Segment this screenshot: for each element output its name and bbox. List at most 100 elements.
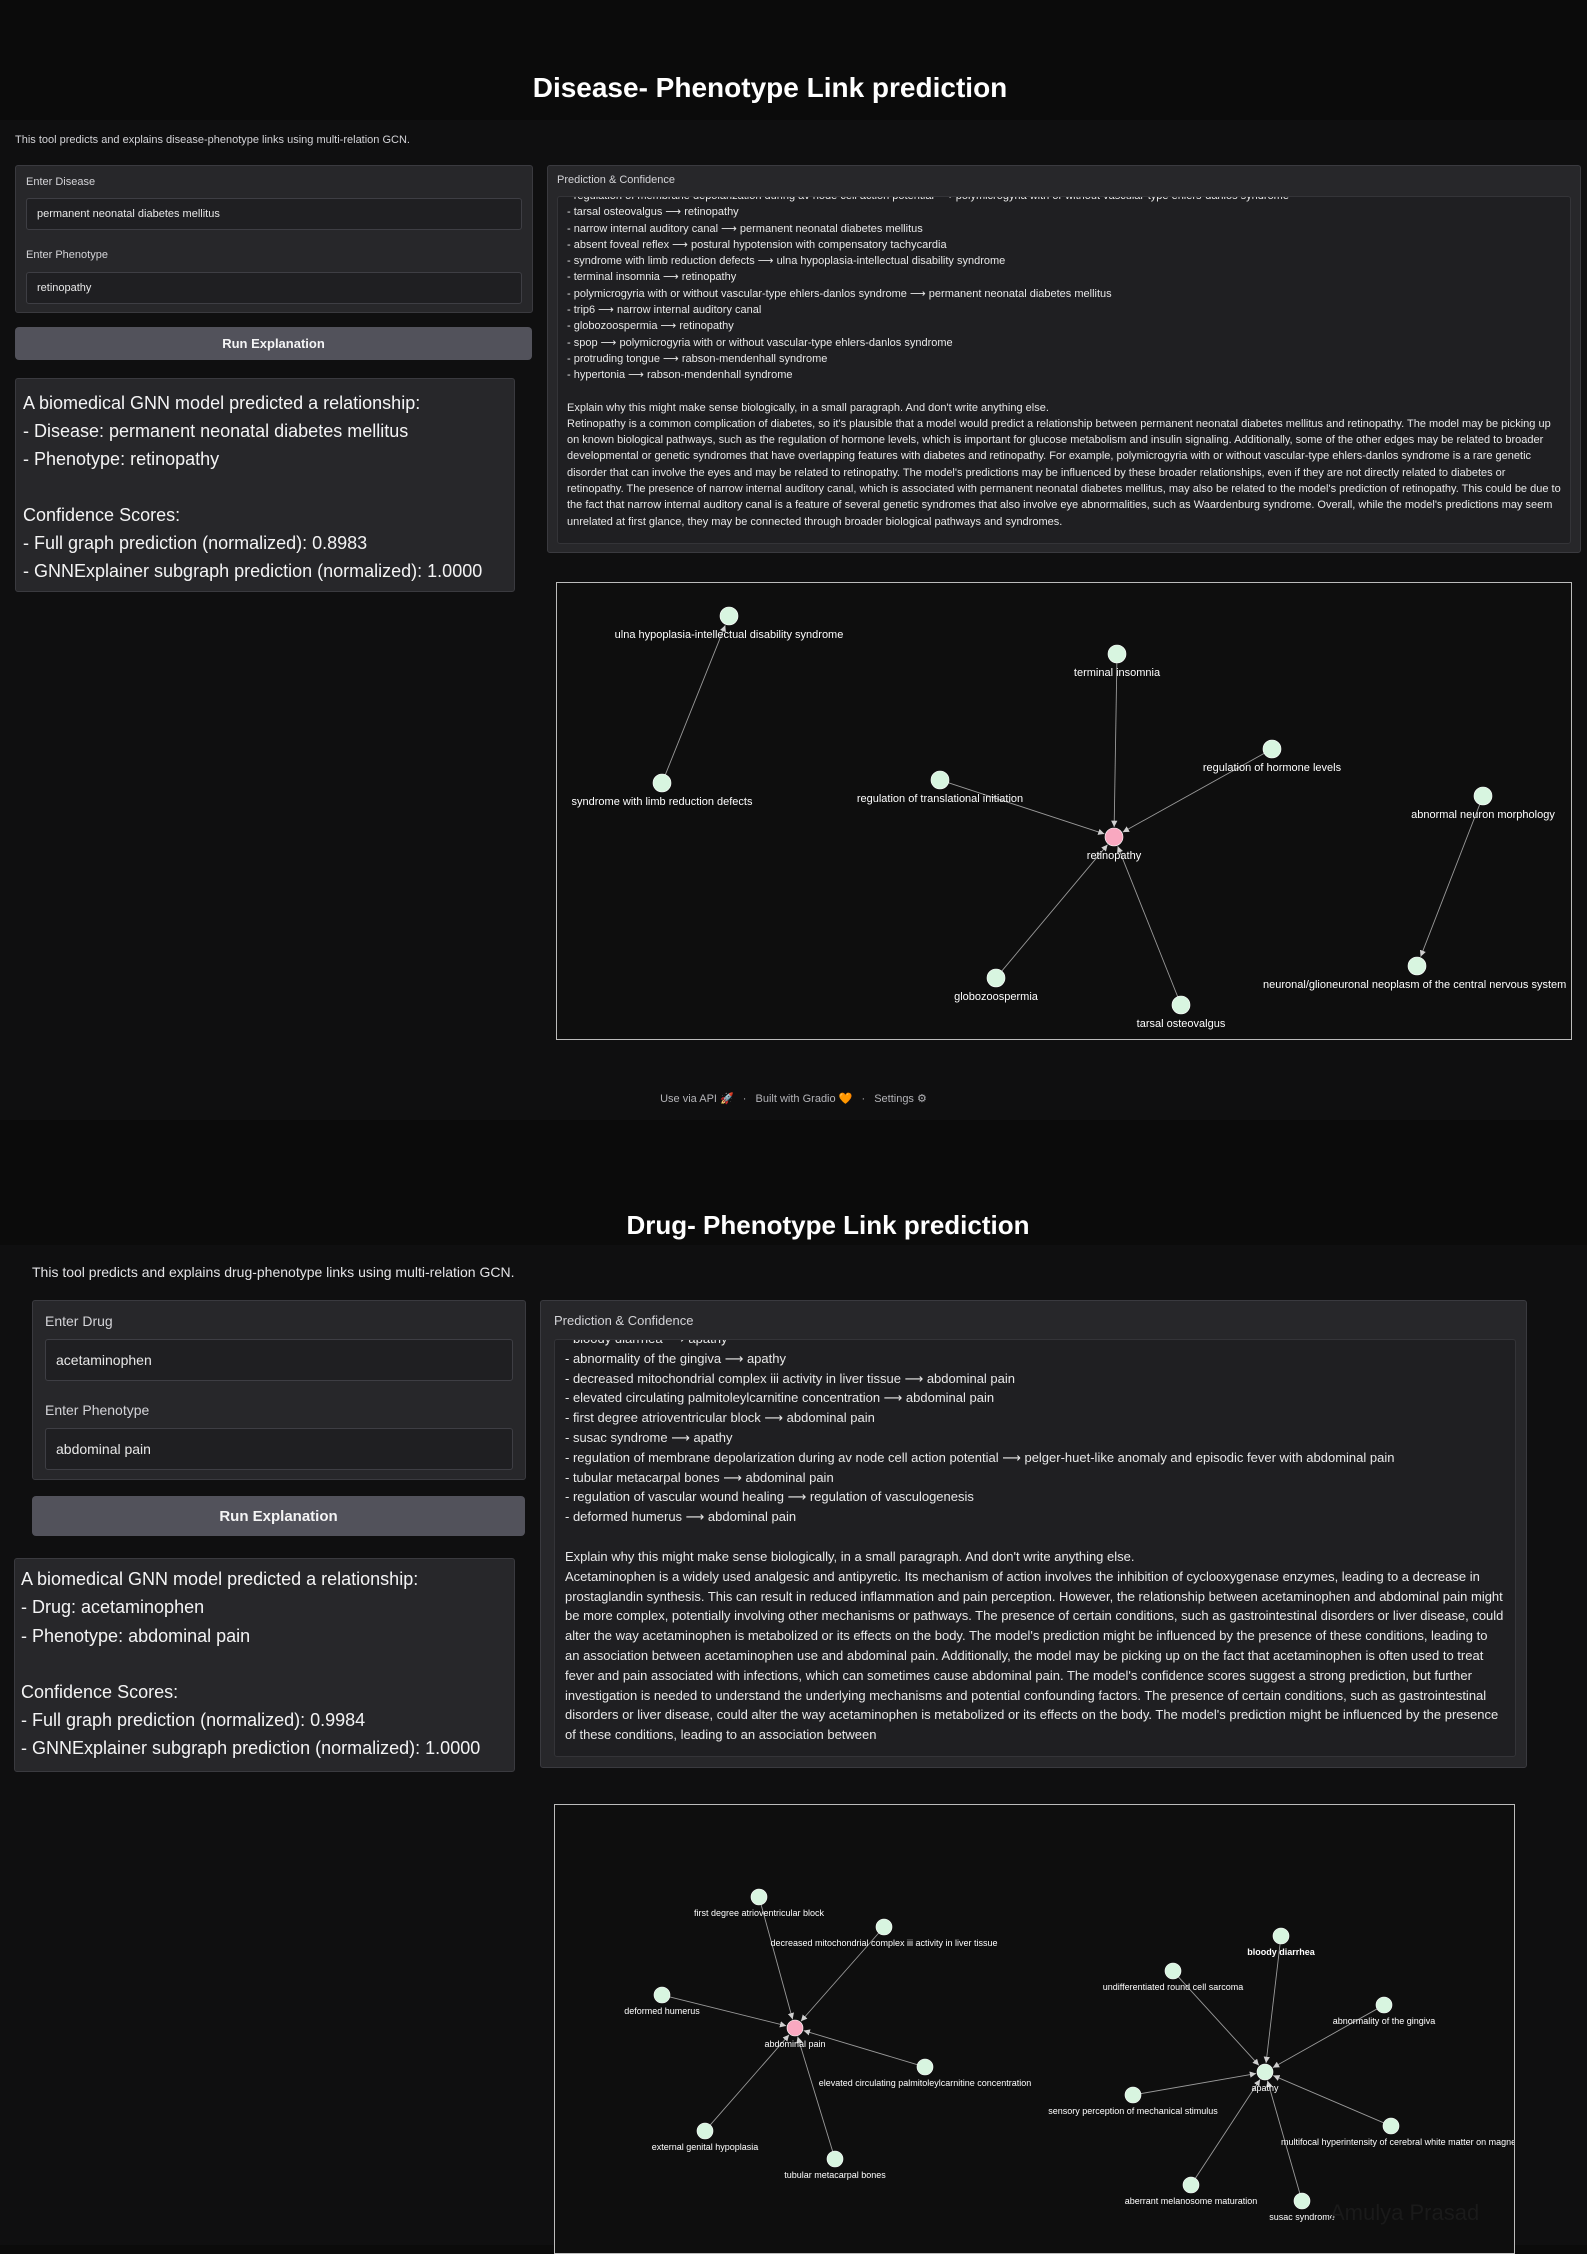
use-api-link[interactable]: Use via API <box>660 1093 717 1105</box>
result-line: Confidence Scores: <box>21 1681 179 1702</box>
result-line: - Full graph prediction (normalized): 0.… <box>23 533 368 553</box>
graph-node-susac[interactable] <box>1293 2192 1311 2210</box>
rocket-icon: 🚀 <box>720 1093 734 1105</box>
graph-node-label: susac syndrome <box>1269 2212 1335 2222</box>
edge-line: - elevated circulating palmitoleylcarnit… <box>565 1390 995 1406</box>
built-with-gradio-link[interactable]: Built with Gradio <box>756 1093 836 1105</box>
app1-prediction-textarea[interactable]: - regulation of membrane depolarization … <box>557 196 1571 544</box>
graph-node-label: neuronal/glioneuronal neoplasm of the ce… <box>1263 979 1566 991</box>
app2-phenotype-value: abdominal pain <box>56 1441 151 1457</box>
graph-node-genital[interactable] <box>696 2122 714 2140</box>
app2-prediction-label: Prediction & Confidence <box>554 1313 694 1328</box>
result-line: - Phenotype: abdominal pain <box>21 1625 251 1646</box>
graph-node-sensory[interactable] <box>1124 2086 1142 2104</box>
edge-line: - deformed humerus ⟶ abdominal pain <box>565 1509 797 1525</box>
edge-line: - regulation of membrane depolarization … <box>565 1449 1395 1465</box>
explanation-text: Acetaminophen is a widely used analgesic… <box>565 1568 1504 1743</box>
graph-node-label: undifferentiated round cell sarcoma <box>1103 1982 1243 1992</box>
graph-node-globo[interactable] <box>986 968 1006 988</box>
app1-input-panel: Enter Disease permanent neonatal diabete… <box>15 165 533 313</box>
graph-node-palmit[interactable] <box>916 2058 934 2076</box>
edge-line: - decreased mitochondrial complex iii ac… <box>565 1370 1015 1386</box>
settings-link[interactable]: Settings <box>874 1093 914 1105</box>
graph-node-abdominal[interactable] <box>786 2019 804 2037</box>
graph-node-limb[interactable] <box>652 773 672 793</box>
graph-node-bloody[interactable] <box>1272 1927 1290 1945</box>
app2-drug-input[interactable]: acetaminophen <box>45 1339 513 1381</box>
graph-node-mito[interactable] <box>875 1918 893 1936</box>
graph-node-label: apathy <box>1251 2083 1279 2093</box>
app1-footer: Use via API 🚀 · Built with Gradio 🧡 · Se… <box>0 1092 1587 1105</box>
graph-node-label: first degree atrioventricular block <box>694 1908 825 1918</box>
graph-edge <box>1263 1943 1281 2064</box>
result-line: A biomedical GNN model predicted a relat… <box>23 393 421 413</box>
graph-node-label: sensory perception of mechanical stimulu… <box>1048 2106 1218 2116</box>
app1-result-box: A biomedical GNN model predicted a relat… <box>15 378 515 592</box>
app1-phenotype-input[interactable]: retinopathy <box>26 272 522 304</box>
graph-node-multifocal[interactable] <box>1382 2117 1400 2135</box>
app1-disease-input[interactable]: permanent neonatal diabetes mellitus <box>26 198 522 230</box>
prompt-text: Explain why this might make sense biolog… <box>565 1548 1135 1564</box>
graph-node-retino[interactable] <box>1104 827 1124 847</box>
edge-line: - spop ⟶ polymicrogyria with or without … <box>567 336 953 349</box>
graph-node-sarcoma[interactable] <box>1164 1962 1182 1980</box>
app1-disease-value: permanent neonatal diabetes mellitus <box>37 208 220 220</box>
app2-prediction-textarea[interactable]: - bloody diarrhea ⟶ apathy - abnormality… <box>554 1339 1516 1757</box>
edge-line: - hypertonia ⟶ rabson-mendenhall syndrom… <box>567 369 793 382</box>
graph-node-neoplasm[interactable] <box>1407 956 1427 976</box>
app1-graph[interactable]: ulna hypoplasia-intellectual disability … <box>556 582 1572 1040</box>
graph-edge <box>1195 2079 1261 2179</box>
result-line: A biomedical GNN model predicted a relat… <box>21 1569 419 1589</box>
edge-line: - syndrome with limb reduction defects ⟶… <box>567 255 1006 268</box>
edge-line: - susac syndrome ⟶ apathy <box>565 1429 733 1445</box>
graph-node-humerus[interactable] <box>653 1986 671 2004</box>
graph-edge <box>1117 846 1179 997</box>
app1-run-button[interactable]: Run Explanation <box>15 327 532 360</box>
result-line <box>23 473 507 501</box>
app2-phenotype-label: Enter Phenotype <box>45 1402 150 1418</box>
graph-node-tubular[interactable] <box>826 2150 844 2168</box>
edge-line: - terminal insomnia ⟶ retinopathy <box>567 271 737 284</box>
app1-phenotype-label: Enter Phenotype <box>26 249 108 261</box>
app2-graph[interactable]: first degree atrioventricular block decre… <box>554 1804 1515 2254</box>
edge-line: - bloody diarrhea ⟶ apathy <box>565 1340 1505 1349</box>
edge-line: - trip6 ⟶ narrow internal auditory canal <box>567 304 762 317</box>
graph-node-firstdeg[interactable] <box>750 1888 768 1906</box>
graph-node-label: abnormal neuron morphology <box>1411 809 1555 821</box>
graph-node-terminal[interactable] <box>1107 644 1127 664</box>
graph-node-label: tarsal osteovalgus <box>1137 1018 1226 1030</box>
edge-line: - narrow internal auditory canal ⟶ perma… <box>567 222 923 235</box>
edge-line: - polymicrogyria with or without vascula… <box>567 287 1112 300</box>
graph-edge <box>1140 2071 1257 2095</box>
edge-line: - globozoospermia ⟶ retinopathy <box>567 320 734 333</box>
graph-node-neuron[interactable] <box>1473 786 1493 806</box>
graph-node-ulna[interactable] <box>719 606 739 626</box>
graph-node-transl[interactable] <box>930 770 950 790</box>
app2-phenotype-input[interactable]: abdominal pain <box>45 1428 513 1470</box>
edge-line: - regulation of membrane depolarization … <box>567 196 1289 202</box>
graph-node-hormone[interactable] <box>1262 739 1282 759</box>
app1-prediction-label: Prediction & Confidence <box>557 174 676 186</box>
graph-node-label: tubular metacarpal bones <box>784 2170 886 2180</box>
edge-line: - abnormality of the gingiva ⟶ apathy <box>565 1350 786 1366</box>
app2-graph-svg: first degree atrioventricular block decre… <box>624 1888 1514 2222</box>
app1-prediction-panel: Prediction & Confidence - regulation of … <box>547 165 1581 553</box>
graph-node-label: globozoospermia <box>954 991 1039 1003</box>
graph-node-label: aberrant melanosome maturation <box>1125 2196 1258 2206</box>
app2-result-box: A biomedical GNN model predicted a relat… <box>14 1558 515 1772</box>
gear-icon: ⚙ <box>917 1093 927 1105</box>
edge-line: - regulation of vascular wound healing ⟶… <box>565 1489 974 1505</box>
graph-node-gingiva[interactable] <box>1375 1996 1393 2014</box>
app2-run-button[interactable]: Run Explanation <box>32 1496 525 1536</box>
app1-title: Disease- Phenotype Link prediction <box>532 72 1008 103</box>
graph-node-label: bloody diarrhea <box>1247 1947 1316 1957</box>
result-line: - GNNExplainer subgraph prediction (norm… <box>23 561 483 581</box>
graph-node-melano[interactable] <box>1182 2176 1200 2194</box>
app2-drug-label: Enter Drug <box>45 1313 113 1329</box>
graph-node-label: deformed humerus <box>624 2006 700 2016</box>
graph-node-label: abdominal pain <box>764 2039 825 2049</box>
result-line: - GNNExplainer subgraph prediction (norm… <box>21 1738 481 1759</box>
graph-node-apathy[interactable] <box>1256 2063 1274 2081</box>
graph-node-tarsal[interactable] <box>1171 995 1191 1015</box>
explanation-text: Retinopathy is a common complication of … <box>567 417 1561 528</box>
